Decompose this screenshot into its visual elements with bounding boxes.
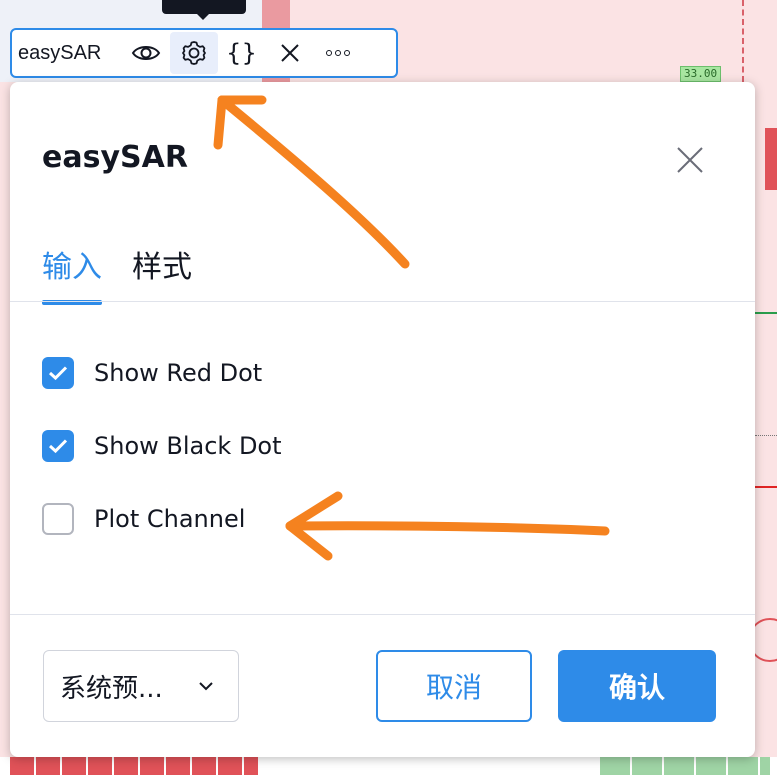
option-show-black-dot[interactable]: Show Black Dot: [42, 430, 282, 462]
chevron-down-icon: [199, 682, 213, 691]
checkmark-icon: [48, 439, 68, 454]
checkbox-unchecked[interactable]: [42, 503, 74, 535]
indicator-legend[interactable]: easySAR {}: [10, 28, 398, 78]
price-label: 33.00: [680, 66, 722, 82]
option-label: Show Black Dot: [94, 432, 282, 460]
confirm-button[interactable]: 确认: [558, 650, 716, 722]
braces-icon: {}: [226, 39, 258, 67]
chart-green-line: [755, 312, 777, 314]
checkbox-checked[interactable]: [42, 357, 74, 389]
chart-candle: [765, 128, 777, 190]
tooltip: [162, 0, 246, 14]
chart-dotted-line: [755, 435, 777, 436]
tab-style[interactable]: 样式: [132, 242, 192, 298]
settings-dialog: easySAR 输入 样式 Show Red Dot Show Black Do…: [10, 82, 755, 757]
dialog-close-button[interactable]: [672, 142, 708, 178]
gear-icon: [182, 41, 206, 65]
more-button[interactable]: [314, 32, 362, 74]
option-label: Show Red Dot: [94, 359, 263, 387]
option-plot-channel[interactable]: Plot Channel: [42, 503, 245, 535]
remove-button[interactable]: [266, 32, 314, 74]
close-icon: [677, 147, 703, 173]
tooltip-arrow: [196, 13, 210, 20]
divider: [10, 614, 755, 615]
indicator-name[interactable]: easySAR: [12, 42, 122, 65]
checkbox-checked[interactable]: [42, 430, 74, 462]
option-show-red-dot[interactable]: Show Red Dot: [42, 357, 262, 389]
visibility-button[interactable]: [122, 32, 170, 74]
source-code-button[interactable]: {}: [218, 32, 266, 74]
chart-red-line: [755, 486, 777, 488]
preset-value: 系统预...: [60, 673, 163, 704]
close-icon: [281, 44, 299, 62]
checkmark-icon: [48, 366, 68, 381]
eye-icon: [131, 46, 161, 60]
cancel-button[interactable]: 取消: [376, 650, 532, 722]
option-label: Plot Channel: [94, 505, 246, 533]
dialog-tabs: 输入 样式: [42, 242, 192, 305]
more-icon: [326, 50, 350, 56]
divider: [10, 301, 755, 302]
chart-crosshair-line: [742, 0, 744, 82]
dialog-title: easySAR: [42, 140, 188, 175]
tab-inputs[interactable]: 输入: [42, 242, 102, 305]
settings-button[interactable]: [170, 32, 218, 74]
chart-volume-bars: [600, 757, 770, 775]
chart-volume-bars: [10, 757, 258, 775]
preset-dropdown[interactable]: 系统预...: [43, 650, 239, 722]
